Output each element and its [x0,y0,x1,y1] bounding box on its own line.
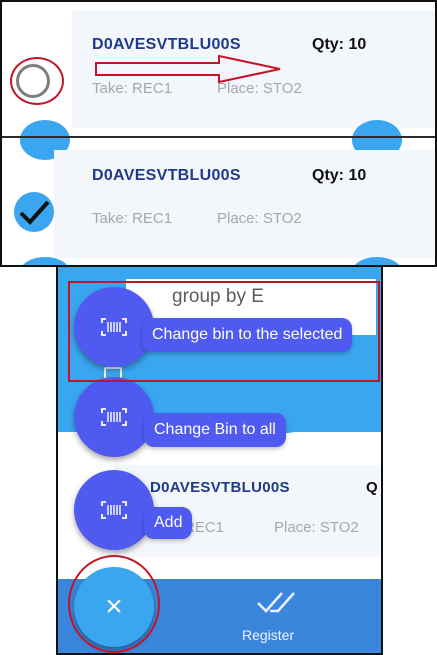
checkmark-icon [19,200,50,225]
item-qty: Q [366,479,378,496]
change-bin-all-fab[interactable] [74,377,154,457]
panel-divider [2,136,435,138]
list-item-checked[interactable]: D0AVESVTBLU00S Qty: 10 Take: REC1 Place:… [54,150,435,258]
register-button[interactable]: Register [228,585,322,649]
item-sku: D0AVESVTBLU00S [150,479,290,496]
item-qty: Qty: 10 [312,167,367,184]
top-screenshot-panel: D0AVESVTBLU00S Qty: 10 Take: REC1 Place:… [0,0,437,267]
barcode-scan-icon [101,501,127,519]
barcode-scan-icon [101,408,127,426]
add-fab[interactable] [74,470,154,550]
highlight-circle-radio [10,57,64,105]
item-place: Place: STO2 [274,519,359,536]
double-check-icon [257,592,295,613]
checked-checkbox[interactable] [14,192,54,232]
highlight-rect-change-selected [68,281,380,382]
item-sku: D0AVESVTBLU00S [92,36,241,53]
item-qty: Qty: 10 [312,36,367,53]
register-label: Register [242,627,295,643]
change-bin-all-label[interactable]: Change Bin to all [144,413,286,447]
item-place: Place: STO2 [217,210,302,227]
item-sku: D0AVESVTBLU00S [92,167,241,184]
item-take: Take: REC1 [92,210,173,227]
highlight-circle-close [68,555,160,653]
add-label[interactable]: Add [144,507,193,539]
annotation-arrow-icon [95,54,281,84]
bottom-screenshot-panel: group by E D0AVESVTBLU00S Q REC1 Place: … [56,265,383,655]
